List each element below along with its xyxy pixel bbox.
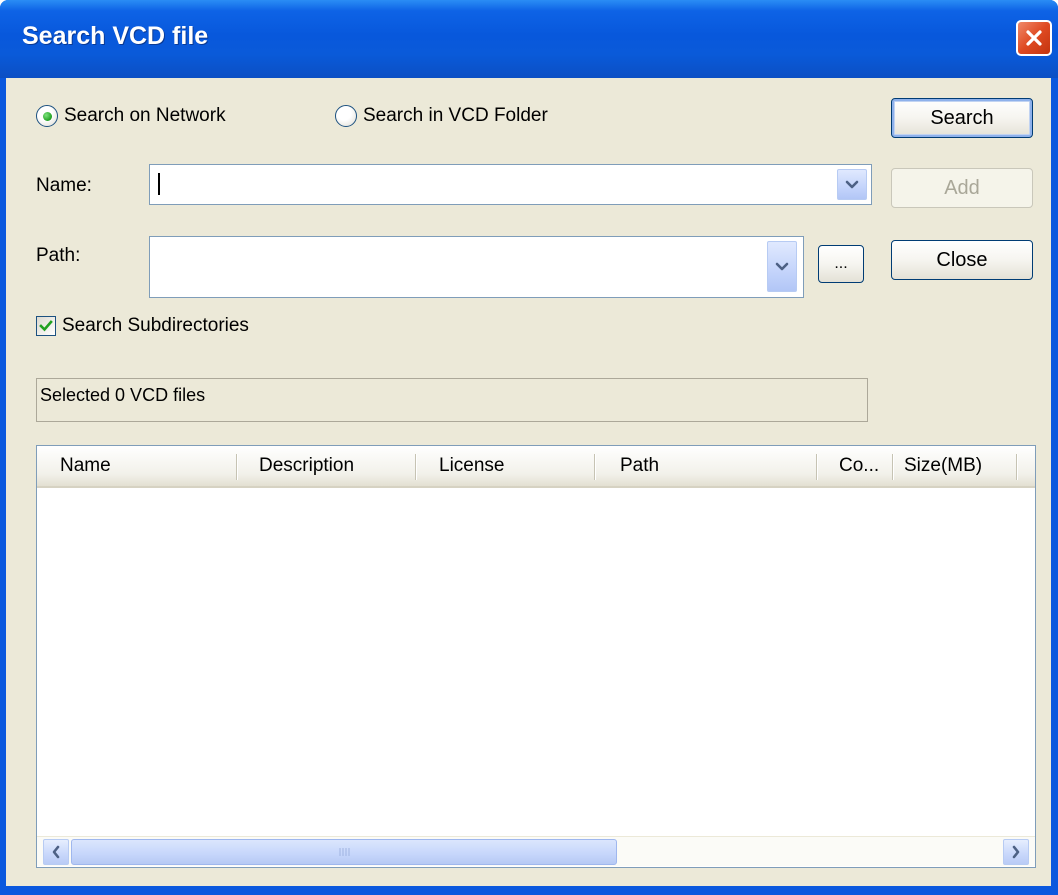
horizontal-scrollbar[interactable]	[37, 836, 1035, 866]
column-divider[interactable]	[236, 454, 238, 480]
column-divider[interactable]	[594, 454, 596, 480]
column-header-description[interactable]: Description	[259, 446, 354, 486]
column-divider[interactable]	[415, 454, 417, 480]
search-in-vcd-folder-label: Search in VCD Folder	[363, 105, 548, 126]
close-button[interactable]: Close	[891, 240, 1033, 280]
search-subdirectories-label: Search Subdirectories	[62, 315, 249, 336]
results-body	[37, 488, 1035, 836]
scroll-left-button[interactable]	[43, 839, 69, 865]
checkmark-icon	[39, 320, 53, 332]
radio-circle	[36, 105, 58, 127]
chevron-right-icon	[1012, 845, 1020, 859]
checkbox-box	[36, 316, 56, 336]
text-cursor	[158, 173, 160, 195]
column-header-license[interactable]: License	[439, 446, 505, 486]
column-divider[interactable]	[1016, 454, 1018, 480]
dialog-client-area: Search on Network Search in VCD Folder S…	[6, 78, 1051, 886]
search-subdirectories-checkbox[interactable]: Search Subdirectories	[36, 315, 249, 337]
close-icon	[1026, 30, 1042, 46]
column-header-co[interactable]: Co...	[839, 446, 879, 486]
column-header-size[interactable]: Size(MB)	[904, 446, 982, 486]
name-combobox[interactable]	[149, 164, 872, 205]
search-on-network-radio[interactable]: Search on Network	[36, 105, 226, 127]
grip-icon	[339, 848, 350, 856]
dialog-window: Search VCD file Search on Network Search…	[0, 0, 1058, 895]
results-header: Name Description License Path Co... Size…	[37, 446, 1035, 488]
path-dropdown-button[interactable]	[767, 241, 797, 292]
chevron-down-icon	[775, 262, 789, 270]
chevron-left-icon	[52, 845, 60, 859]
selection-status: Selected 0 VCD files	[36, 378, 868, 422]
search-on-network-label: Search on Network	[64, 105, 226, 126]
column-header-path[interactable]: Path	[620, 446, 659, 486]
close-window-button[interactable]	[1016, 20, 1052, 56]
search-in-vcd-folder-radio[interactable]: Search in VCD Folder	[335, 105, 548, 127]
window-title: Search VCD file	[22, 22, 209, 50]
results-list[interactable]: Name Description License Path Co... Size…	[36, 445, 1036, 868]
column-divider[interactable]	[892, 454, 894, 480]
name-label: Name:	[36, 175, 92, 196]
radio-selected-dot	[42, 111, 52, 121]
title-bar[interactable]: Search VCD file	[0, 0, 1058, 78]
column-divider[interactable]	[816, 454, 818, 480]
scroll-right-button[interactable]	[1003, 839, 1029, 865]
radio-circle	[335, 105, 357, 127]
browse-button[interactable]: ...	[818, 245, 864, 283]
path-label: Path:	[36, 245, 81, 266]
search-button[interactable]: Search	[891, 98, 1033, 138]
scrollbar-thumb[interactable]	[71, 839, 617, 865]
chevron-down-icon	[845, 180, 859, 188]
add-button[interactable]: Add	[891, 168, 1033, 208]
column-header-name[interactable]: Name	[60, 446, 111, 486]
path-combobox[interactable]	[149, 236, 804, 298]
name-dropdown-button[interactable]	[837, 169, 867, 200]
